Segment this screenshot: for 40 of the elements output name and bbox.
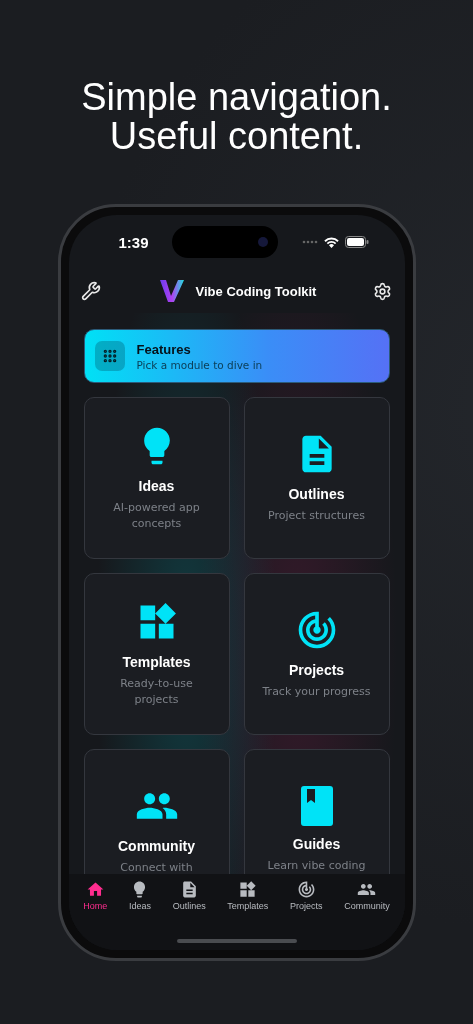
- card-title: Community: [118, 838, 195, 854]
- signal-icon: [301, 240, 318, 244]
- grid-icon: [94, 341, 125, 371]
- card-subtitle: Project structures: [268, 508, 365, 524]
- card-title: Outlines: [288, 486, 345, 502]
- settings-button[interactable]: [373, 281, 393, 301]
- module-card[interactable]: Projects Track your progress: [243, 573, 390, 735]
- target-icon: [296, 880, 316, 899]
- tab[interactable]: Home: [83, 880, 108, 918]
- tab[interactable]: Ideas: [128, 880, 151, 918]
- headline: Simple navigation. Useful content.: [80, 78, 393, 156]
- module-card[interactable]: Guides Learn vibe coding: [243, 749, 390, 874]
- banner-title: Features: [136, 341, 192, 357]
- module-card[interactable]: Community Connect with: [83, 749, 230, 874]
- card-title: Templates: [122, 654, 191, 670]
- card-subtitle: Learn vibe coding: [267, 858, 366, 874]
- module-card[interactable]: Templates Ready-to-use projects: [83, 573, 230, 735]
- module-card[interactable]: Outlines Project structures: [243, 397, 390, 559]
- banner-subtitle: Pick a module to dive in: [136, 358, 263, 371]
- bookmark-book-icon: [300, 786, 333, 826]
- wrench-button[interactable]: [80, 281, 101, 301]
- card-subtitle: Ready-to-use projects: [119, 676, 194, 708]
- app-title: Vibe Coding Toolkit: [195, 283, 317, 299]
- widgets-icon: [238, 880, 258, 899]
- card-subtitle: Connect with: [120, 860, 193, 874]
- tab[interactable]: Projects: [290, 880, 323, 918]
- module-card[interactable]: Ideas AI-powered app concepts: [83, 397, 230, 559]
- card-title: Ideas: [138, 478, 175, 494]
- tab[interactable]: Outlines: [172, 880, 206, 918]
- card-title: Guides: [292, 836, 341, 852]
- status-time: 1:39: [118, 233, 149, 251]
- home-icon: [85, 880, 105, 899]
- logo-icon: [157, 278, 186, 304]
- card-title: Projects: [288, 662, 345, 678]
- card-subtitle: Track your progress: [262, 684, 371, 700]
- tab[interactable]: Community: [344, 880, 390, 918]
- battery-icon: [344, 236, 369, 248]
- tab[interactable]: Templates: [227, 880, 269, 918]
- wifi-icon: [323, 236, 339, 248]
- card-subtitle: AI-powered app concepts: [112, 500, 201, 532]
